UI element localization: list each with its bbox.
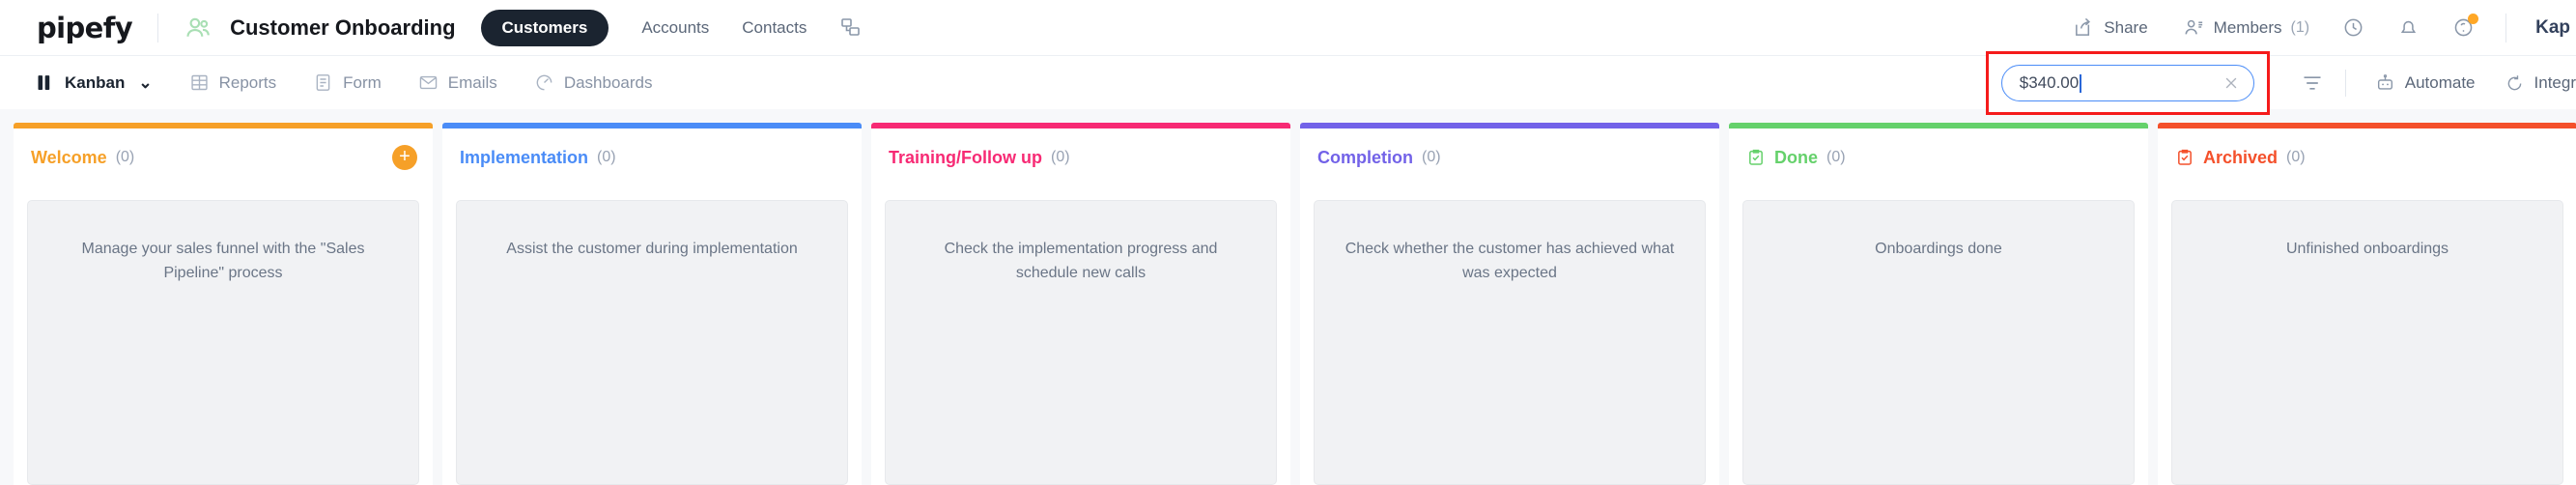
column-title: Archived	[2203, 147, 2279, 167]
column-title: Implementation	[460, 147, 589, 167]
clock-history-icon[interactable]	[2342, 16, 2364, 39]
view-toolbar: Kanban ⌄ Reports Form Emails Dashboards …	[0, 51, 2576, 115]
tab-reports-label: Reports	[218, 72, 277, 92]
share-label: Share	[2104, 17, 2148, 37]
tab-kanban[interactable]: Kanban ⌄	[35, 72, 153, 93]
column-body: Check whether the customer has achieved …	[1300, 186, 1719, 485]
members-label: Members	[2213, 17, 2282, 37]
tab-customers[interactable]: Customers	[480, 9, 609, 46]
top-header-bar: pipefy Customer Onboarding Customers Acc…	[0, 0, 2576, 55]
column-card-count: (0)	[1826, 149, 1846, 165]
envelope-icon	[418, 72, 439, 93]
pipefy-logo[interactable]: pipefy	[37, 12, 133, 44]
close-x-icon[interactable]	[2222, 74, 2240, 92]
members-count: (1)	[2290, 18, 2310, 36]
kanban-icon	[35, 72, 55, 93]
column-card-count: (0)	[115, 149, 135, 165]
toolbar-right-cluster: $340.00 Automate Integr	[1985, 51, 2576, 115]
robot-icon	[2375, 73, 2395, 94]
column-title: Completion	[1317, 147, 1413, 167]
column-header: Welcome (0) +	[14, 128, 433, 186]
tab-dashboards-label: Dashboards	[563, 72, 653, 92]
kanban-board: Welcome (0) + Manage your sales funnel with…	[0, 109, 2576, 485]
notification-badge-dot	[2468, 14, 2479, 24]
kanban-column: Done (0) Onboardings done	[1729, 123, 2148, 485]
column-card-count: (0)	[1051, 149, 1070, 165]
search-input[interactable]: $340.00	[2000, 65, 2254, 101]
column-body: Onboardings done	[1729, 186, 2148, 485]
column-header: Done (0)	[1729, 128, 2148, 186]
form-icon	[313, 72, 333, 93]
column-header: Completion (0)	[1300, 128, 1719, 186]
dashboard-icon	[534, 72, 554, 93]
checklist-icon	[2175, 148, 2203, 167]
column-placeholder-card[interactable]: Onboardings done	[1742, 200, 2135, 485]
column-body: Assist the customer during implementatio…	[442, 186, 862, 485]
integrations-icon	[2505, 73, 2525, 94]
column-card-count: (0)	[597, 149, 616, 165]
text-caret	[2080, 74, 2081, 93]
tab-reports[interactable]: Reports	[189, 72, 277, 93]
kanban-column: Completion (0) Check whether the customer …	[1300, 123, 1719, 485]
column-placeholder-card[interactable]: Check whether the customer has achieved …	[1314, 200, 1706, 485]
members-icon	[2183, 16, 2205, 39]
column-placeholder-card[interactable]: Check the implementation progress and sc…	[885, 200, 1277, 485]
people-icon	[184, 14, 212, 43]
automate-button[interactable]: Automate	[2375, 73, 2476, 94]
chevron-down-icon[interactable]: ⌄	[138, 73, 152, 93]
page-title: Customer Onboarding	[230, 14, 456, 40]
column-title: Welcome	[31, 147, 107, 167]
search-input-value: $340.00	[2020, 73, 2222, 93]
kanban-column: Training/Follow up (0) Check the implement…	[871, 123, 1290, 485]
relations-icon[interactable]	[807, 16, 863, 40]
tab-form[interactable]: Form	[313, 72, 382, 93]
integrations-label: Integr	[2534, 73, 2576, 92]
header-right-cluster: Share Members (1) Kap	[2038, 0, 2576, 55]
checklist-icon	[1746, 148, 1774, 167]
toolbar-divider	[2344, 70, 2346, 97]
column-title: Training/Follow up	[889, 147, 1042, 167]
kanban-column: Implementation (0) Assist the customer dur…	[442, 123, 862, 485]
tab-accounts[interactable]: Accounts	[641, 18, 709, 38]
bell-icon[interactable]	[2397, 16, 2420, 39]
column-title: Done	[1774, 147, 1818, 167]
automate-label: Automate	[2404, 73, 2476, 92]
kanban-column: Welcome (0) + Manage your sales funnel with…	[14, 123, 433, 485]
column-body: Check the implementation progress and sc…	[871, 186, 1290, 485]
tab-dashboards[interactable]: Dashboards	[534, 72, 653, 93]
table-icon	[189, 72, 210, 93]
share-button[interactable]: Share	[2073, 16, 2148, 39]
column-body: Manage your sales funnel with the "Sales…	[14, 186, 433, 485]
column-card-count: (0)	[1422, 149, 1441, 165]
column-header: Training/Follow up (0)	[871, 128, 1290, 186]
tab-form-label: Form	[343, 72, 382, 92]
filter-icon[interactable]	[2279, 71, 2345, 95]
column-placeholder-card[interactable]: Assist the customer during implementatio…	[456, 200, 848, 485]
tab-emails[interactable]: Emails	[418, 72, 497, 93]
add-card-button[interactable]: +	[392, 145, 417, 170]
column-header: Implementation (0)	[442, 128, 862, 186]
column-header: Archived (0)	[2158, 128, 2576, 186]
members-button[interactable]: Members (1)	[2183, 16, 2309, 39]
tab-kanban-label: Kanban	[65, 72, 126, 92]
integrations-button[interactable]: Integr	[2505, 73, 2576, 94]
column-placeholder-card[interactable]: Manage your sales funnel with the "Sales…	[27, 200, 419, 485]
header-right-divider	[2505, 13, 2507, 43]
column-card-count: (0)	[2286, 149, 2306, 165]
column-body: Unfinished onboardings	[2158, 186, 2576, 485]
search-highlight-box: $340.00	[1985, 51, 2270, 115]
help-circle-icon[interactable]	[2452, 14, 2479, 39]
kanban-column: Archived (0) Unfinished onboardings	[2158, 123, 2576, 485]
tab-contacts[interactable]: Contacts	[742, 18, 807, 38]
share-icon	[2073, 16, 2095, 39]
header-divider	[157, 13, 159, 43]
tab-emails-label: Emails	[447, 72, 497, 92]
column-placeholder-card[interactable]: Unfinished onboardings	[2171, 200, 2563, 485]
user-account-name[interactable]: Kap	[2535, 17, 2576, 39]
